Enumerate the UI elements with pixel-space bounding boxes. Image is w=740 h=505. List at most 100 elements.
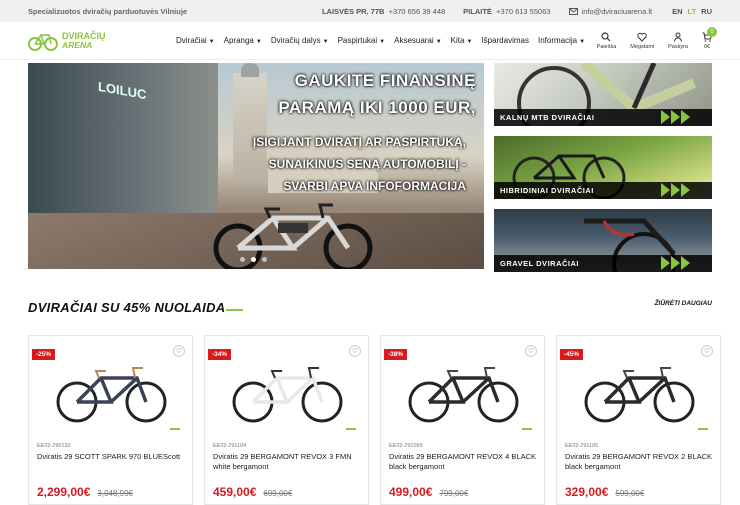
product-grid: -25% ♡ EE02-290132 Dviratis 29 SCOTT SPA… — [28, 335, 721, 505]
slider-dots — [240, 257, 267, 262]
chevron-down-icon: ▼ — [466, 39, 473, 45]
product-sku: EE02-291099 — [389, 443, 423, 449]
hero-ebike-image — [213, 203, 373, 269]
nav-item-4[interactable]: Aksesuarai ▼ — [394, 36, 442, 45]
wishlist-heart-icon[interactable]: ♡ — [525, 345, 537, 357]
nav-item-2[interactable]: Dviračių dalys ▼ — [271, 36, 329, 45]
chevron-down-icon: ▼ — [255, 39, 262, 45]
nav-item-label: Kita — [450, 36, 465, 45]
chevron-down-icon: ▼ — [579, 39, 586, 45]
lang-en[interactable]: EN — [672, 7, 682, 16]
envelope-icon — [568, 7, 578, 15]
chevron-down-icon: ▼ — [435, 39, 442, 45]
user-icon — [674, 32, 683, 42]
color-swatch[interactable] — [170, 428, 180, 430]
nav-item-label: Išpardavimas — [481, 36, 529, 45]
sale-price: 2,299,00€ — [37, 485, 91, 499]
store-laisves-address: LAISVĖS PR. 77B — [321, 6, 385, 16]
logo-wordmark: DVIRAČIŲ ARENA — [62, 31, 106, 50]
chevrons-icon — [661, 256, 690, 270]
slider-dot-1[interactable] — [240, 257, 245, 262]
cart-button[interactable]: 0 0€ — [702, 26, 717, 50]
product-sku: EE02-291105 — [565, 443, 599, 449]
nav-item-label: Informacija — [537, 36, 578, 45]
see-more-link[interactable]: ŽIŪRĖTI DAUGIAU — [655, 300, 712, 307]
store-pilaite-phone[interactable]: +370 613 55063 — [496, 7, 550, 16]
old-price: 599,00€ — [615, 489, 645, 498]
store-laisves-phone[interactable]: +370 656 39 448 — [389, 7, 446, 16]
favorites-button[interactable]: Mėgstami — [630, 32, 654, 50]
nav-item-7[interactable]: Informacija ▼ — [538, 36, 585, 45]
search-label: Paieška — [596, 43, 617, 50]
category-tile-gravel[interactable]: GRAVEL DVIRAČIAI — [494, 209, 712, 272]
search-button[interactable]: Paieška — [596, 31, 617, 50]
language-switcher: EN LT RU — [672, 7, 712, 16]
nav-item-label: Aksesuarai — [394, 36, 434, 45]
category-tile-hybrid[interactable]: HIBRIDINIAI DVIRAČIAI — [494, 136, 712, 199]
heart-icon — [637, 32, 647, 42]
site-logo[interactable]: DVIRAČIŲ ARENA — [28, 31, 176, 51]
nav-item-0[interactable]: Dviračiai ▼ — [176, 36, 215, 45]
product-card[interactable]: -25% ♡ EE02-290132 Dviratis 29 SCOTT SPA… — [28, 335, 193, 505]
color-swatch[interactable] — [698, 428, 708, 430]
cart-count-badge: 0 — [707, 26, 717, 37]
email-text: info@dviraciuarena.lt — [581, 6, 653, 16]
main-header: DVIRAČIŲ ARENA Dviračiai ▼ Apranga ▼ Dvirači… — [0, 22, 740, 60]
price-block: 499,00€ 799,00€ — [389, 485, 468, 499]
section-accent-line — [226, 309, 243, 311]
wishlist-heart-icon[interactable]: ♡ — [173, 345, 185, 357]
hero-banner[interactable]: LOILUC GAUKITE FINANSINĘ PARAMĄ IKI 1000… — [28, 63, 484, 269]
color-swatch[interactable] — [346, 428, 356, 430]
nav-item-3[interactable]: Paspirtukai ▼ — [338, 36, 386, 45]
old-price: 699,00€ — [263, 489, 293, 498]
category-tile-mtb[interactable]: KALNŲ MTB DVIRAČIAI — [494, 63, 712, 126]
product-sku: EE02-290132 — [37, 443, 71, 449]
nav-item-1[interactable]: Apranga ▼ — [224, 36, 262, 45]
search-icon — [601, 31, 611, 41]
slider-dot-2[interactable] — [251, 257, 256, 262]
old-price: 799,00€ — [439, 489, 469, 498]
slider-dot-3[interactable] — [262, 257, 267, 262]
product-name[interactable]: Dviratis 29 SCOTT SPARK 970 BLUEScott — [37, 452, 187, 462]
nav-item-label: Paspirtukai — [337, 36, 378, 45]
sale-price: 459,00€ — [213, 485, 257, 499]
chevron-down-icon: ▼ — [208, 39, 215, 45]
hero-subtext: ĮSIGIJANT DVIRATĮ AR PASPIRTUKĄ, SUNAIKI… — [252, 135, 466, 193]
store-tagline: Specializuotos dviračių parduotuvės Viln… — [28, 6, 188, 16]
store-pilaite-address: PILAITĖ — [463, 6, 492, 16]
product-name[interactable]: Dviratis 29 BERGAMONT REVOX 4 BLACK blac… — [389, 452, 539, 472]
price-block: 2,299,00€ 3,048,99€ — [37, 485, 133, 499]
account-button[interactable]: Paskyra — [668, 32, 688, 50]
product-image — [408, 367, 519, 423]
chevrons-icon — [661, 110, 690, 124]
product-name[interactable]: Dviratis 29 BERGAMONT REVOX 2 BLACK blac… — [565, 452, 715, 472]
nav-item-6[interactable]: Išpardavimas — [481, 36, 529, 45]
product-image — [56, 367, 167, 423]
logo-line2: ARENA — [62, 39, 93, 50]
wishlist-heart-icon[interactable]: ♡ — [349, 345, 361, 357]
color-swatch[interactable] — [522, 428, 532, 430]
lang-ru[interactable]: RU — [701, 7, 712, 16]
old-price: 3,048,99€ — [97, 489, 133, 498]
chevron-down-icon: ▼ — [322, 39, 329, 45]
product-card[interactable]: -34% ♡ EE02-291104 Dviratis 29 BERGAMONT… — [204, 335, 369, 505]
price-block: 459,00€ 699,00€ — [213, 485, 292, 499]
lang-lt[interactable]: LT — [688, 7, 697, 16]
favorites-label: Mėgstami — [630, 43, 655, 50]
sale-price: 329,00€ — [565, 485, 609, 499]
product-name[interactable]: Dviratis 29 BERGAMONT REVOX 3 FMN white … — [213, 452, 363, 472]
top-info-bar: Specializuotos dviračių parduotuvės Viln… — [0, 0, 740, 22]
wishlist-heart-icon[interactable]: ♡ — [701, 345, 713, 357]
nav-item-label: Dviračiai — [176, 36, 207, 45]
header-icons: Paieška Mėgstami Paskyra 0 0€ — [596, 26, 717, 50]
store-laisves: LAISVĖS PR. 77B +370 656 39 448 — [322, 7, 445, 16]
email-link[interactable]: info@dviraciuarena.lt — [568, 6, 653, 16]
product-card[interactable]: -38% ♡ EE02-291099 Dviratis 29 BERGAMONT… — [380, 335, 545, 505]
product-card[interactable]: -45% ♡ EE02-291105 Dviratis 29 BERGAMONT… — [556, 335, 721, 505]
bike-logo-icon — [28, 33, 58, 51]
cart-total: 0€ — [703, 43, 711, 50]
hero-headline: GAUKITE FINANSINĘ PARAMĄ IKI 1000 EUR, — [278, 71, 476, 117]
nav-item-5[interactable]: Kita ▼ — [451, 36, 473, 45]
chevron-down-icon: ▼ — [379, 39, 386, 45]
section-title: DVIRAČIAI SU 45% NUOLAIDA — [28, 300, 226, 315]
